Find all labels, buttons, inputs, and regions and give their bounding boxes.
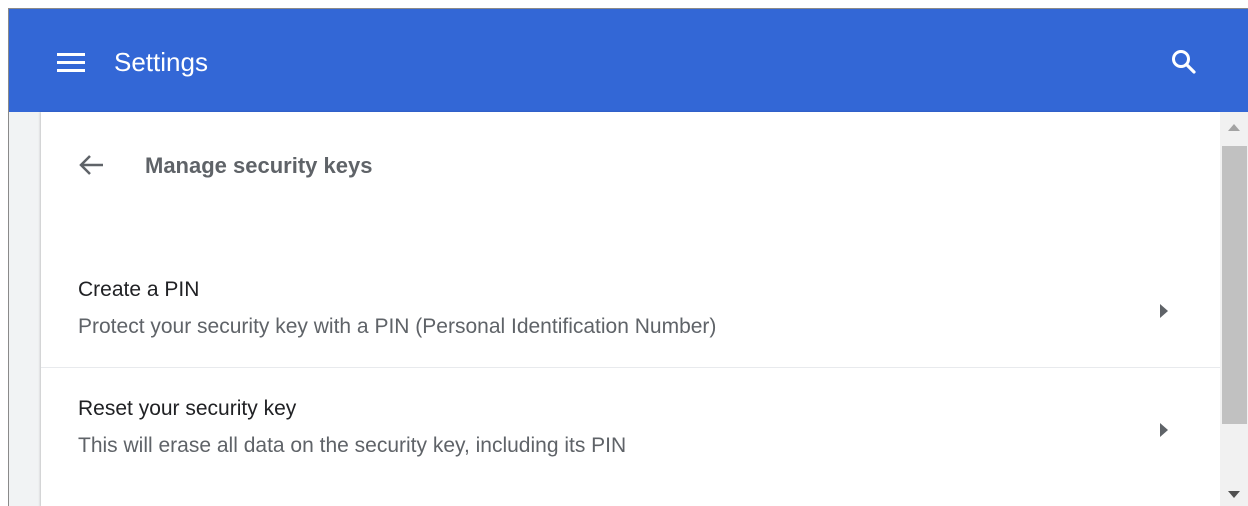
row-subtitle: This will erase all data on the security… [78, 434, 627, 457]
scroll-up-arrow-icon[interactable] [1228, 124, 1240, 131]
search-icon[interactable] [1169, 47, 1199, 77]
reset-security-key-row[interactable]: Reset your security key This will erase … [41, 367, 1220, 486]
chevron-right-icon[interactable] [1160, 423, 1168, 437]
subpage-title: Manage security keys [145, 153, 373, 178]
scroll-down-arrow-icon[interactable] [1228, 491, 1240, 498]
row-title: Create a PIN [78, 278, 200, 301]
scrollbar-thumb[interactable] [1222, 146, 1247, 424]
row-title: Reset your security key [78, 397, 297, 420]
hamburger-menu-icon[interactable] [55, 49, 87, 77]
arrow-back-icon[interactable] [75, 148, 109, 182]
row-subtitle: Protect your security key with a PIN (Pe… [78, 315, 717, 338]
settings-window: Settings Manage security keys Create a P… [8, 8, 1248, 506]
settings-toolbar: Settings [9, 9, 1248, 112]
vertical-scrollbar[interactable] [1220, 112, 1248, 506]
page-title: Settings [114, 47, 208, 77]
settings-card: Manage security keys Create a PIN Protec… [41, 112, 1220, 506]
create-pin-row[interactable]: Create a PIN Protect your security key w… [41, 249, 1220, 367]
subpage-header: Manage security keys [41, 112, 1220, 222]
content-area: Manage security keys Create a PIN Protec… [9, 112, 1220, 506]
chevron-right-icon[interactable] [1160, 304, 1168, 318]
